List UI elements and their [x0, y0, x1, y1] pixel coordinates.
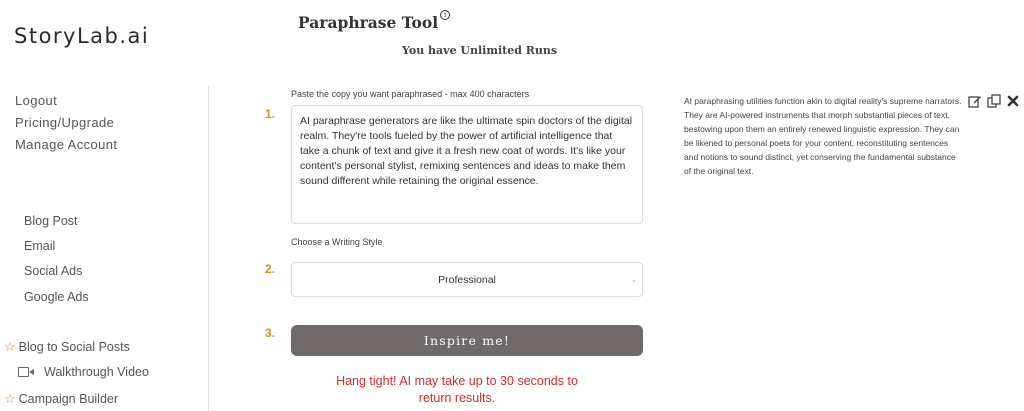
sidebar-divider [208, 86, 209, 411]
input-label: Paste the copy you want paraphrased - ma… [291, 89, 530, 99]
manage-account-link[interactable]: Manage Account [15, 137, 117, 152]
nav-walkthrough-video[interactable]: Walkthrough Video [18, 365, 149, 379]
step-number-1: 1. [265, 107, 276, 121]
style-label: Choose a Writing Style [291, 237, 383, 247]
writing-style-value: Professional [438, 273, 496, 286]
nav-google-ads[interactable]: Google Ads [24, 290, 89, 304]
page-title-text: Paraphrase Tool [298, 13, 439, 32]
output-toolbar [968, 94, 1020, 108]
video-camera-icon [18, 367, 34, 377]
nav-label: Walkthrough Video [44, 365, 149, 379]
nav-blog-to-social-posts[interactable]: ☆ Blog to Social Posts [4, 339, 130, 355]
brand-logo: StoryLab.ai [14, 24, 150, 48]
step-number-2: 2. [265, 262, 276, 276]
paraphrase-input[interactable]: AI paraphrase generators are like the ul… [291, 105, 643, 224]
nav-label: Campaign Builder [18, 392, 119, 406]
info-icon[interactable]: i [440, 10, 451, 20]
nav-label: Blog to Social Posts [18, 340, 130, 354]
chevron-down-icon: ⌄ [631, 277, 637, 284]
edit-icon[interactable] [968, 94, 982, 108]
star-icon: ☆ [4, 391, 16, 406]
star-icon: ☆ [4, 339, 16, 354]
nav-blog-post[interactable]: Blog Post [24, 214, 78, 228]
step-number-3: 3. [265, 326, 276, 340]
pricing-upgrade-link[interactable]: Pricing/Upgrade [15, 115, 114, 130]
close-icon[interactable] [1006, 94, 1020, 108]
inspire-button[interactable]: Inspire me! [291, 325, 643, 356]
logout-link[interactable]: Logout [15, 93, 57, 108]
nav-email[interactable]: Email [24, 239, 55, 253]
wait-message: Hang tight! AI may take up to 30 seconds… [336, 374, 578, 405]
copy-icon[interactable] [987, 94, 1001, 108]
output-text: AI paraphrasing utilities function akin … [684, 96, 962, 176]
nav-campaign-builder[interactable]: ☆ Campaign Builder [4, 391, 118, 407]
page-title: Paraphrase Tool i [298, 10, 451, 32]
runs-status: You have Unlimited Runs [402, 44, 558, 57]
nav-social-ads[interactable]: Social Ads [24, 264, 82, 278]
writing-style-select[interactable]: Professional ⌄ [291, 262, 643, 297]
